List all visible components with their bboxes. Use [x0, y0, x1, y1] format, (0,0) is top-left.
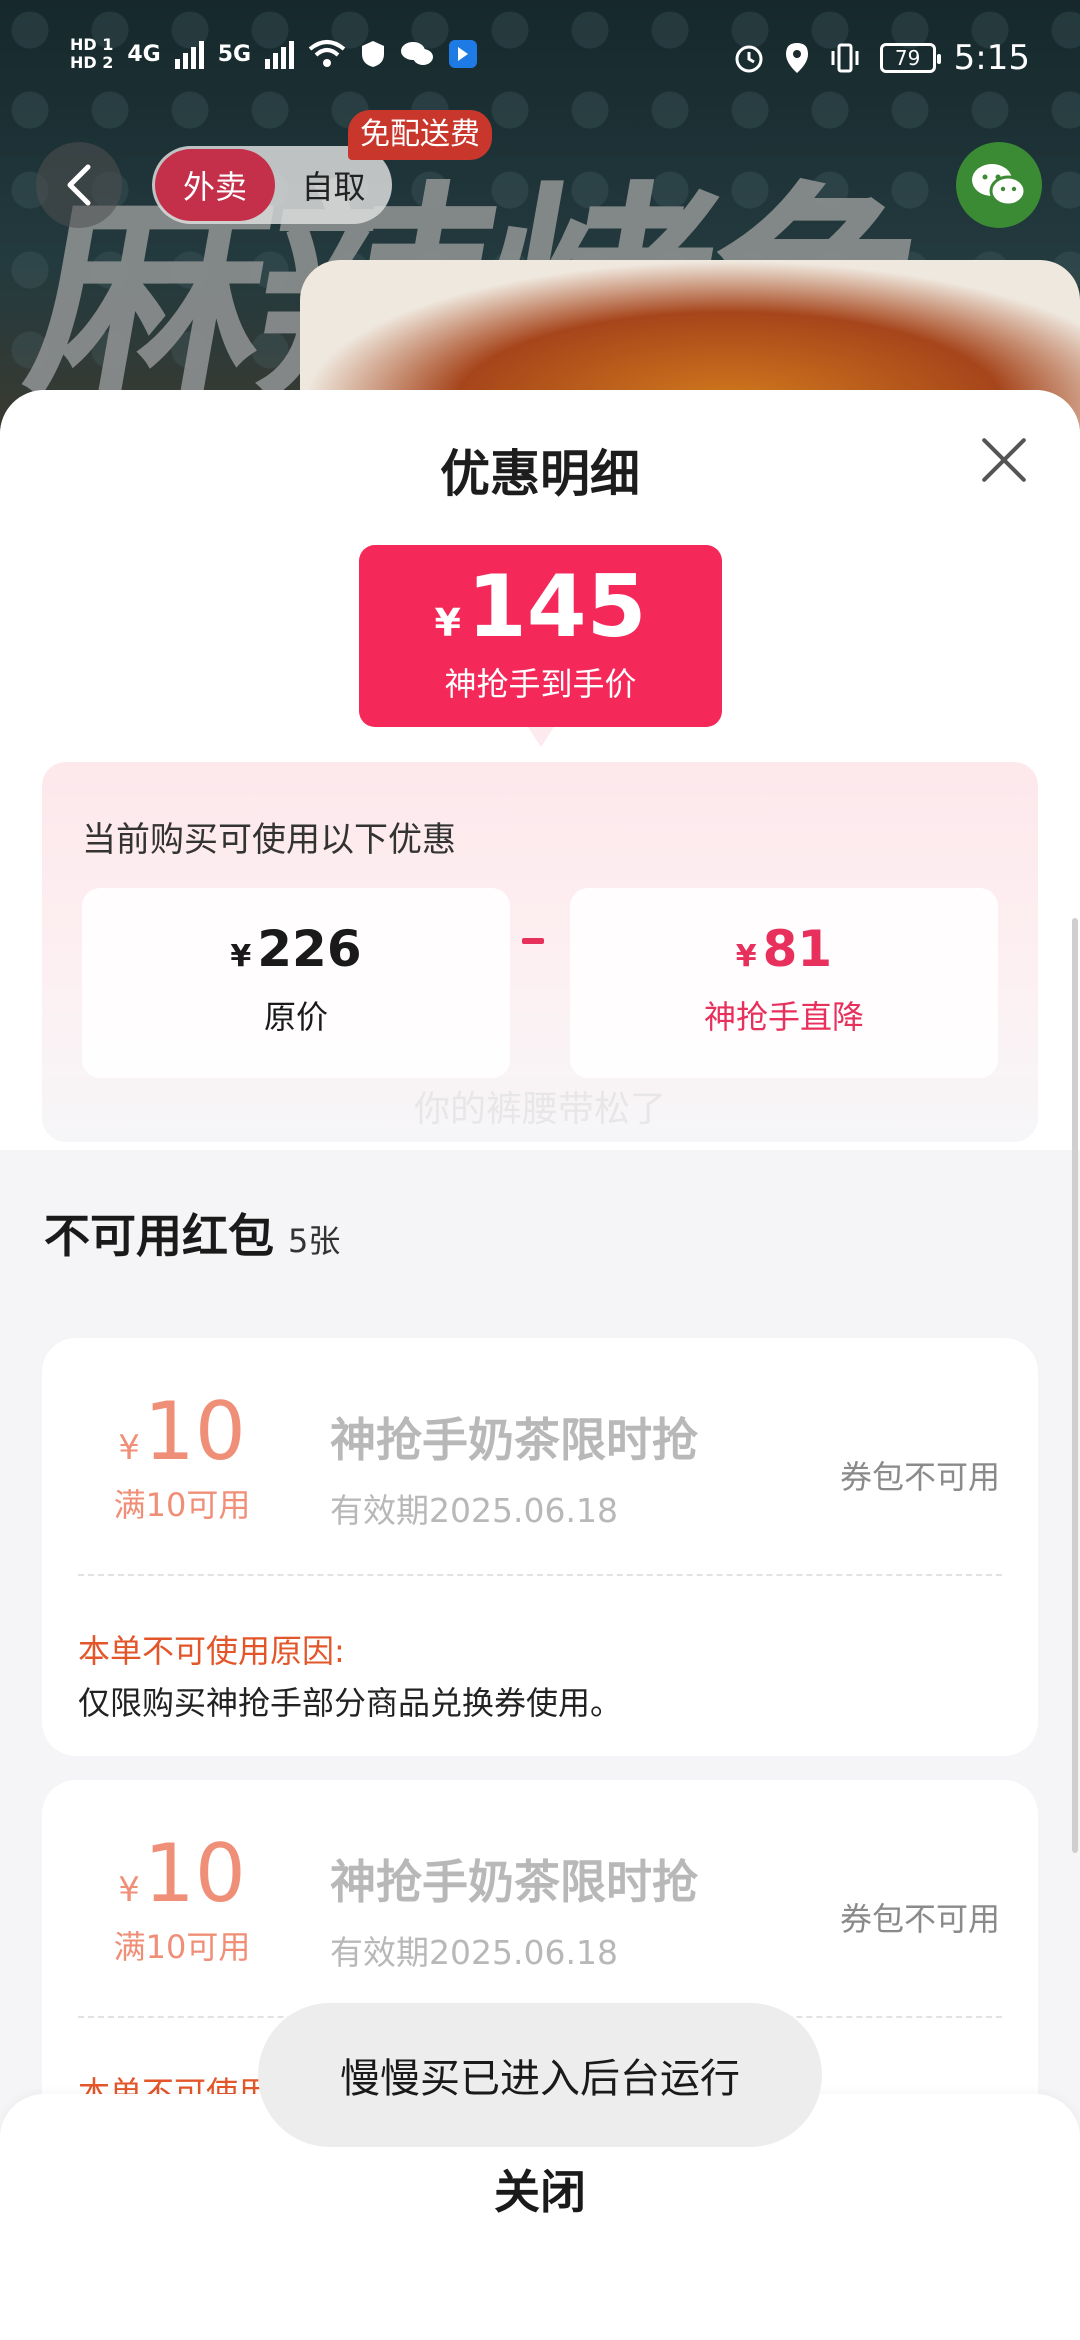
sheet-title: 优惠明细 [440, 445, 640, 503]
wechat-notification-icon [401, 42, 434, 65]
final-price-amount: 145 [466, 557, 647, 657]
final-price-badge: ¥ 145 神抢手到手价 [359, 545, 722, 747]
minus-sign [522, 938, 544, 944]
coupon-condition: 满10可用 [113, 1486, 251, 1524]
wechat-share-button[interactable] [956, 142, 1042, 228]
unavailable-coupons-count: 5张 [288, 1222, 341, 1260]
coupon-validity: 有效期2025.06.18 [330, 1491, 618, 1530]
signal-icon [265, 39, 295, 69]
network-5g-label: 5G [217, 41, 252, 67]
discount-card: ¥ 81 神抢手直降 [570, 888, 998, 1078]
close-icon[interactable] [978, 434, 1028, 484]
watermark-text: 你的裤腰带松了 [413, 1089, 666, 1130]
mode-pickup-tab[interactable]: 自取 [275, 162, 392, 208]
wifi-icon [308, 40, 346, 67]
coupon-name: 神抢手奶茶限时抢 [330, 1413, 698, 1467]
currency-symbol: ¥ [434, 601, 461, 645]
benefits-title: 当前购买可使用以下优惠 [82, 820, 456, 860]
original-price-label: 原价 [263, 998, 328, 1036]
currency-symbol: ¥ [735, 939, 757, 974]
coupon-condition: 满10可用 [113, 1928, 251, 1966]
coupon-value: 10 [143, 1385, 246, 1478]
wechat-icon [972, 164, 1027, 207]
unavailable-coupons-title: 不可用红包 [44, 1209, 274, 1263]
coupon-amount: ¥ 10 满10可用 [102, 1390, 262, 1526]
background-toast: 慢慢买已进入后台运行 [258, 2003, 822, 2147]
discount-label: 神抢手直降 [703, 998, 864, 1036]
mode-takeout-tab[interactable]: 外卖 [155, 149, 275, 221]
coupon-reason-title: 本单不可使用原因: [78, 1632, 345, 1670]
coupon-name: 神抢手奶茶限时抢 [330, 1855, 698, 1909]
free-shipping-badge: 免配送费 [348, 110, 492, 160]
vpn-shield-icon [362, 41, 385, 67]
status-left: HD 1 HD 2 4G 5G [70, 36, 478, 72]
sheet-scrollbar[interactable] [1072, 918, 1078, 1853]
back-button[interactable] [36, 142, 122, 228]
coupon-amount: ¥ 10 满10可用 [102, 1832, 262, 1968]
signal-icon [174, 39, 204, 69]
clock: 5:15 [953, 38, 1030, 78]
coupon-state: 券包不可用 [839, 1900, 1000, 1938]
hd-indicators: HD 1 HD 2 [70, 35, 114, 72]
original-price-value: 226 [257, 920, 362, 978]
discount-value: 81 [762, 920, 833, 978]
status-bar: HD 1 HD 2 4G 5G 79 5:15 [0, 0, 1080, 124]
final-price-label: 神抢手到手价 [444, 665, 637, 703]
original-price-card: ¥ 226 原价 [82, 888, 510, 1078]
coupon-reason: 仅限购买神抢手部分商品兑换券使用。 [78, 1684, 623, 1722]
final-price: ¥ 145 [359, 557, 722, 657]
battery-icon: 79 [879, 43, 941, 73]
chevron-left-icon [67, 164, 91, 206]
coupon-divider [78, 1574, 1002, 1576]
unavailable-coupons-heading: 不可用红包 5张 [44, 1200, 340, 1266]
coupon-card[interactable]: ¥ 10 满10可用 神抢手奶茶限时抢 有效期2025.06.18 券包不可用 … [42, 1338, 1038, 1756]
currency-symbol: ¥ [230, 939, 252, 974]
vibrate-icon [831, 43, 859, 73]
app-notification-icon [449, 40, 478, 68]
alarm-icon [735, 45, 763, 73]
coupon-state: 券包不可用 [839, 1458, 1000, 1496]
coupon-value: 10 [143, 1827, 246, 1920]
close-button[interactable]: 关闭 [0, 2156, 1080, 2222]
currency-symbol: ¥ [118, 1428, 140, 1468]
coupon-validity: 有效期2025.06.18 [330, 1933, 618, 1972]
currency-symbol: ¥ [118, 1870, 140, 1910]
status-right: 79 5:15 [732, 38, 1030, 78]
location-icon [785, 43, 808, 73]
network-4g-label: 4G [127, 41, 161, 67]
